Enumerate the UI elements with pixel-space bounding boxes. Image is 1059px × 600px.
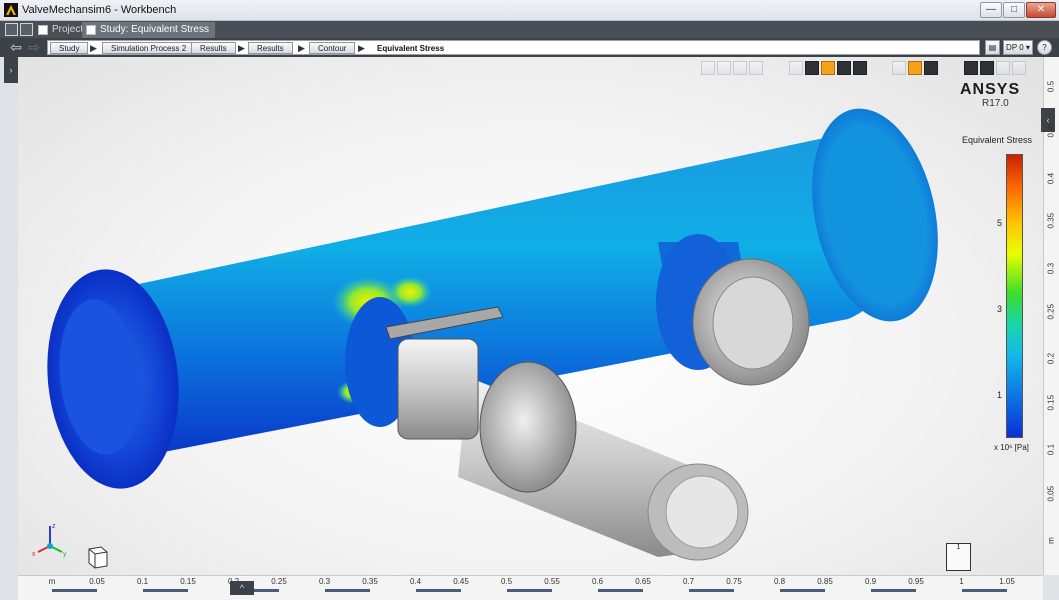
snapshot-button[interactable]: 1	[946, 543, 971, 571]
ruler-v-unit: m	[1046, 537, 1056, 544]
ruler-h-label: 0.45	[453, 577, 469, 586]
ruler-h-label: 0.7	[682, 577, 695, 586]
ruler-h-label: 0.4	[409, 577, 422, 586]
title-bar: ValveMechansim6 - Workbench — □ ✕	[0, 0, 1059, 21]
ruler-v-label: 0.2	[1046, 352, 1056, 365]
ansys-logo-icon	[4, 3, 18, 17]
ruler-h-label: 0.9	[864, 577, 877, 586]
ruler-h-label: 0.6	[591, 577, 604, 586]
outline-toggle-icon[interactable]: ▤	[985, 40, 1000, 55]
workbench-window: ValveMechansim6 - Workbench — □ ✕ Projec…	[0, 0, 1059, 600]
crumb-contour[interactable]: Contour	[309, 42, 356, 54]
legend-color-bar[interactable]	[1006, 154, 1023, 438]
design-point-select[interactable]: DP 0 ▾	[1003, 40, 1033, 55]
breadcrumb-bar: ⇦ ⇨ Study ▶ Simulation Process 2 ▶ Resul…	[0, 38, 1059, 57]
stress-contour-model[interactable]	[18, 57, 1043, 575]
triad-y-label: y	[63, 551, 67, 558]
back-arrow-icon[interactable]: ⇦	[8, 39, 24, 55]
forward-arrow-icon[interactable]: ⇨	[26, 39, 42, 55]
ruler-h-tick	[325, 589, 370, 592]
ruler-h-tick	[598, 589, 643, 592]
ruler-h-tick	[689, 589, 734, 592]
legend-title: Equivalent Stress	[962, 135, 1033, 145]
ruler-h-label: 0.35	[362, 577, 378, 586]
crumb-current: Equivalent Stress	[377, 44, 445, 53]
ruler-h-label: 0.8	[773, 577, 786, 586]
crumb-simulation-process[interactable]: Simulation Process 2	[102, 42, 196, 54]
crumb-results-2[interactable]: Results	[248, 42, 293, 54]
triad-x-label: x	[32, 551, 36, 558]
ruler-h-tick	[143, 589, 188, 592]
crumb-separator-icon: ▶	[90, 43, 97, 53]
bottom-panel-toggle[interactable]: ^	[230, 581, 254, 595]
axis-triad-icon: z y x	[32, 523, 67, 558]
ruler-v-label: 0.05	[1046, 485, 1056, 502]
minimize-button[interactable]: —	[980, 2, 1002, 18]
snapshot-label: 1	[956, 544, 961, 551]
horizontal-ruler: m 0.050.10.150.20.250.30.350.40.450.50.5…	[18, 575, 1043, 600]
close-button[interactable]: ✕	[1026, 2, 1056, 18]
crumb-separator-icon: ▶	[298, 43, 305, 53]
ruler-v-label: 0.3	[1046, 262, 1056, 275]
ruler-h-label: 0.15	[180, 577, 196, 586]
ansys-brand: ANSYS	[960, 81, 1021, 98]
ruler-h-label: 0.55	[544, 577, 560, 586]
crumb-results-1[interactable]: Results	[191, 42, 236, 54]
tab-study-label: Study: Equivalent Stress	[100, 24, 209, 35]
ansys-version: R17.0	[982, 98, 1009, 109]
ruler-v-label: 0.15	[1046, 394, 1056, 411]
save-icon[interactable]	[20, 23, 33, 36]
legend-tick: 1	[996, 390, 1002, 400]
legend-unit: x 10⁶ [Pa]	[994, 443, 1029, 452]
ruler-h-label: 1.05	[999, 577, 1015, 586]
tab-bar: Project Study: Equivalent Stress	[0, 21, 1059, 38]
tab-project[interactable]: Project	[34, 22, 89, 38]
ruler-h-unit: m	[48, 577, 56, 586]
legend-tick: 3	[996, 304, 1002, 314]
crumb-separator-icon: ▶	[358, 43, 365, 53]
ruler-h-label: 0.3	[318, 577, 331, 586]
ruler-h-label: 0.25	[271, 577, 287, 586]
ruler-v-label: 0.4	[1046, 172, 1056, 185]
ruler-h-label: 0.05	[89, 577, 105, 586]
ruler-h-label: 0.85	[817, 577, 833, 586]
ruler-h-label: 0.95	[908, 577, 924, 586]
ruler-h-tick	[416, 589, 461, 592]
ruler-h-label: 0.1	[136, 577, 149, 586]
help-button[interactable]: ?	[1037, 40, 1052, 55]
ruler-h-tick	[962, 589, 1007, 592]
menu-icon[interactable]	[5, 23, 18, 36]
ruler-h-label: 1	[959, 577, 964, 586]
ruler-v-label: 0.45	[1046, 121, 1056, 138]
ruler-h-tick	[871, 589, 916, 592]
ruler-h-tick	[507, 589, 552, 592]
breadcrumb: Study ▶ Simulation Process 2 ▶ Results ▶…	[47, 40, 980, 55]
ruler-h-tick	[780, 589, 825, 592]
triad-z-label: z	[52, 523, 56, 530]
view-cube-icon[interactable]	[86, 545, 110, 569]
ruler-h-label: 0.5	[500, 577, 513, 586]
tab-study[interactable]: Study: Equivalent Stress	[82, 22, 215, 38]
ruler-v-label: 0.1	[1046, 443, 1056, 456]
window-title: ValveMechansim6 - Workbench	[22, 4, 177, 16]
crumb-separator-icon: ▶	[238, 43, 245, 53]
study-icon	[86, 25, 96, 35]
ruler-v-label: 0.35	[1046, 212, 1056, 229]
left-panel-toggle[interactable]: ›	[4, 57, 18, 83]
project-icon	[38, 25, 48, 35]
maximize-button[interactable]: □	[1003, 2, 1025, 18]
ruler-h-label: 0.75	[726, 577, 742, 586]
ruler-h-tick	[52, 589, 97, 592]
crumb-study[interactable]: Study	[50, 42, 89, 54]
tab-project-label: Project	[52, 24, 84, 35]
graphics-viewport[interactable]: ANSYS R17.0 Equivalent Stress 5 3 1 x 10…	[18, 57, 1043, 575]
ruler-v-label: 0.5	[1046, 80, 1056, 93]
legend-tick: 5	[996, 218, 1002, 228]
ruler-v-label: 0.25	[1046, 303, 1056, 320]
ruler-h-label: 0.65	[635, 577, 651, 586]
